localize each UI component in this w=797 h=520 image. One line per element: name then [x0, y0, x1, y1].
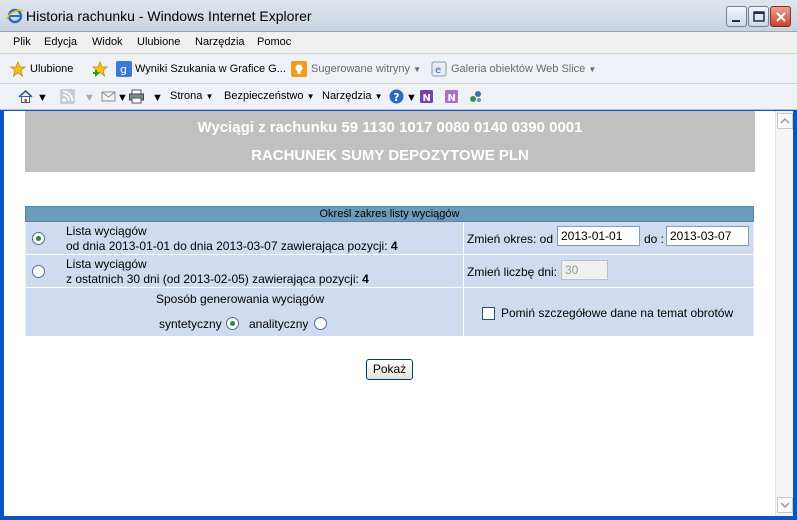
panel-title: Określ zakres listy wyciągów [25, 206, 754, 222]
radio-period[interactable] [32, 232, 45, 245]
chevron-down-icon: ▼ [588, 65, 597, 74]
period-to-label: do : [644, 232, 665, 246]
home-icon[interactable] [17, 88, 34, 105]
chevron-down-icon[interactable]: ▼ [37, 92, 48, 104]
close-icon [776, 12, 786, 22]
svg-text:e: e [435, 65, 441, 76]
days-label: Zmień liczbę dni: [467, 265, 558, 279]
suggested-sites-icon [291, 61, 307, 77]
onenote-send-icon[interactable]: N [443, 88, 460, 105]
show-button[interactable]: Pokaż [366, 359, 413, 380]
close-button[interactable] [770, 6, 791, 27]
window-border [793, 111, 797, 520]
menu-view[interactable]: Widok [92, 36, 123, 48]
svg-text:?: ? [393, 91, 399, 104]
title-bar: Historia rachunku - Windows Internet Exp… [0, 0, 797, 32]
add-favorite-icon[interactable] [92, 61, 108, 77]
chevron-down-icon: ▼ [413, 65, 422, 74]
option2-line1: Lista wyciągów [66, 257, 147, 271]
analytic-label: analityczny [249, 317, 309, 331]
menu-file[interactable]: Plik [13, 36, 31, 48]
statement-range-panel: Określ zakres listy wyciągów Lista wycią… [25, 206, 754, 337]
google-icon: g [116, 61, 132, 77]
favorites-button[interactable]: Ulubione [30, 63, 73, 75]
help-icon[interactable]: ? [388, 88, 405, 105]
column-divider [463, 222, 464, 254]
radio-last-days[interactable] [32, 265, 45, 278]
skip-details-label: Pomiń szczegółowe dane na temat obrotów [501, 306, 734, 320]
page-content: Wyciągi z rachunku 59 1130 1017 0080 014… [4, 111, 775, 516]
chevron-down-icon: ▼ [205, 92, 214, 101]
favorites-star-icon [10, 61, 26, 77]
period-to-input[interactable]: 2013-03-07 [666, 226, 749, 246]
account-type-title: RACHUNEK SUMY DEPOZYTOWE PLN [251, 147, 529, 164]
option2-line2: z ostatnich 30 dni (od 2013-02-05) zawie… [66, 272, 369, 286]
command-bar: ▼ ▼ ▼ ▼ Strona ▼ Bezpieczeństwo ▼ Narzęd… [0, 84, 797, 110]
vertical-scrollbar[interactable] [775, 111, 793, 516]
minimize-button[interactable] [726, 6, 747, 27]
radio-synthetic[interactable] [226, 317, 239, 330]
chevron-down-icon: ▼ [374, 92, 383, 101]
internet-explorer-icon [6, 8, 24, 24]
svg-text:N: N [448, 93, 456, 104]
range-option-period-row: Lista wyciągów od dnia 2013-01-01 do dni… [25, 222, 754, 255]
web-slice-icon: e [431, 61, 447, 77]
onenote-icon[interactable]: N [418, 88, 435, 105]
chevron-down-icon[interactable]: ▼ [152, 92, 163, 104]
synthetic-label: syntetyczny [159, 317, 222, 331]
chevron-down-icon: ▼ [84, 92, 95, 104]
window-title: Historia rachunku - Windows Internet Exp… [26, 8, 312, 24]
page-menu[interactable]: Strona ▼ [170, 90, 213, 102]
rss-feed-icon[interactable] [59, 88, 76, 105]
skip-details-checkbox[interactable] [482, 307, 495, 320]
column-divider [463, 255, 464, 287]
chevron-down-icon [780, 502, 790, 509]
period-from-label: Zmień okres: od [467, 232, 554, 246]
favorites-bar: Ulubione g Wyniki Szukania w Grafice G..… [0, 54, 797, 84]
range-option-days-row: Lista wyciągów z ostatnich 30 dni (od 20… [25, 255, 754, 288]
menu-help[interactable]: Pomoc [257, 36, 291, 48]
account-header: Wyciągi z rachunku 59 1130 1017 0080 014… [25, 111, 755, 172]
option1-line1: Lista wyciągów [66, 224, 147, 238]
account-statement-title: Wyciągi z rachunku 59 1130 1017 0080 014… [197, 119, 583, 136]
minimize-icon [732, 20, 740, 22]
days-input[interactable]: 30 [561, 260, 608, 280]
generation-options-row: Sposób generowania wyciągów syntetyczny … [25, 288, 754, 337]
option1-line2: od dnia 2013-01-01 do dnia 2013-03-07 za… [66, 239, 398, 253]
web-slice-gallery-link[interactable]: Galeria obiektów Web Slice ▼ [451, 63, 596, 75]
chevron-up-icon [780, 117, 790, 124]
column-divider [463, 288, 464, 336]
menu-tools[interactable]: Narzędzia [195, 36, 245, 48]
research-icon[interactable] [467, 88, 484, 105]
generation-label: Sposób generowania wyciągów [156, 292, 325, 306]
svg-text:N: N [423, 93, 431, 104]
scroll-down-button[interactable] [777, 497, 793, 513]
menu-edit[interactable]: Edycja [44, 36, 77, 48]
suggested-sites-link[interactable]: Sugerowane witryny ▼ [311, 63, 421, 75]
period-from-input[interactable]: 2013-01-01 [557, 226, 640, 246]
chevron-down-icon: ▼ [306, 92, 315, 101]
chevron-down-icon[interactable]: ▼ [406, 92, 417, 104]
safety-menu[interactable]: Bezpieczeństwo ▼ [224, 90, 314, 102]
browser-window: Historia rachunku - Windows Internet Exp… [0, 0, 797, 520]
favorite-link-google[interactable]: Wyniki Szukania w Grafice G... [135, 63, 286, 75]
radio-analytic[interactable] [314, 317, 327, 330]
menu-bar: Plik Edycja Widok Ulubione Narzędzia Pom… [0, 32, 797, 54]
maximize-button[interactable] [748, 6, 769, 27]
svg-text:g: g [120, 63, 127, 76]
mail-icon[interactable] [100, 88, 117, 105]
tools-menu[interactable]: Narzędzia ▼ [322, 90, 383, 102]
scroll-up-button[interactable] [777, 113, 793, 129]
chevron-down-icon[interactable]: ▼ [117, 92, 128, 104]
menu-favorites[interactable]: Ulubione [137, 36, 180, 48]
maximize-icon [753, 11, 765, 22]
window-border [0, 516, 797, 520]
print-icon[interactable] [128, 88, 145, 105]
